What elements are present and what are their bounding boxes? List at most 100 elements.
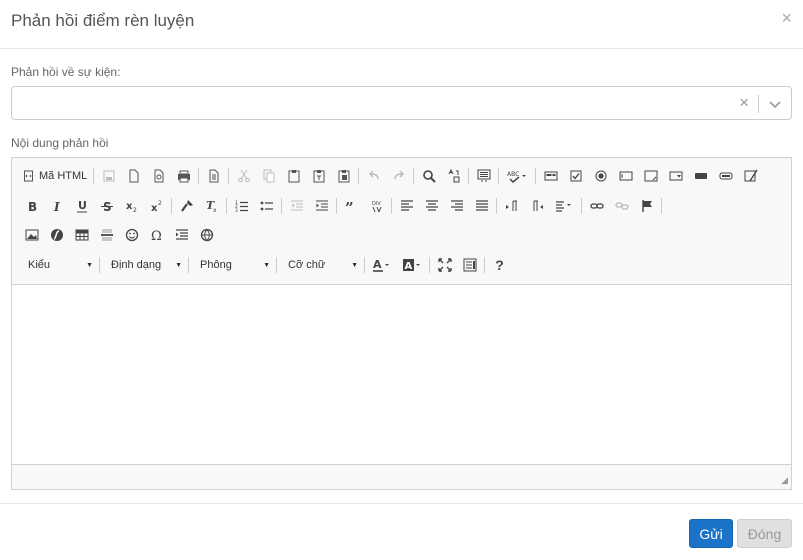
new-page-icon[interactable] (121, 165, 146, 187)
svg-text:B: B (28, 200, 37, 213)
copy-format-icon[interactable] (174, 195, 199, 217)
align-left-icon[interactable] (394, 195, 419, 217)
indent-icon[interactable] (309, 195, 334, 217)
svg-text:ABC: ABC (507, 171, 519, 178)
underline-icon[interactable]: U (69, 195, 94, 217)
bullet-list-icon[interactable] (254, 195, 279, 217)
toolbar-separator (429, 257, 430, 273)
subscript-icon[interactable]: x2 (119, 195, 144, 217)
dropdown-arrow-icon: ▼ (86, 261, 93, 269)
svg-text:3: 3 (235, 208, 238, 213)
anchor-icon[interactable] (634, 195, 659, 217)
textarea-icon[interactable] (638, 165, 663, 187)
blockquote-icon[interactable]: ” (339, 195, 364, 217)
link-icon[interactable] (584, 195, 609, 217)
undo-icon[interactable] (361, 165, 386, 187)
font-dropdown-label: Phông (200, 259, 232, 271)
numbered-list-icon[interactable]: 123 (229, 195, 254, 217)
editor-content-area[interactable] (12, 285, 791, 465)
close-icon[interactable]: × (781, 9, 792, 27)
cut-icon[interactable] (231, 165, 256, 187)
italic-icon[interactable]: I (44, 195, 69, 217)
smiley-icon[interactable] (119, 224, 144, 246)
checkbox-icon[interactable] (563, 165, 588, 187)
remove-format-icon[interactable]: Tx (199, 195, 224, 217)
save-icon[interactable] (96, 165, 121, 187)
font-dropdown[interactable]: Phông ▼ (191, 254, 274, 276)
language-icon[interactable] (549, 195, 579, 217)
toolbar-separator (336, 198, 337, 214)
svg-text:DIV: DIV (372, 201, 381, 207)
replace-icon[interactable] (441, 165, 466, 187)
toolbar-separator (276, 257, 277, 273)
text-field-icon[interactable] (613, 165, 638, 187)
special-char-icon[interactable]: Ω (144, 224, 169, 246)
align-center-icon[interactable] (419, 195, 444, 217)
select-all-icon[interactable] (471, 165, 496, 187)
help-icon[interactable]: ? (487, 254, 512, 276)
modal-header: Phản hồi điểm rèn luyện × (0, 0, 803, 49)
justify-icon[interactable] (469, 195, 494, 217)
editor-toolbar: Mã HTML ABC B I U S x 2 x 2 T x 1 2 3 ” … (12, 158, 791, 285)
content-label: Nội dung phản hồi (11, 136, 109, 150)
flash-icon[interactable] (44, 224, 69, 246)
radio-icon[interactable] (588, 165, 613, 187)
paste-word-icon[interactable] (331, 165, 356, 187)
superscript-icon[interactable]: x2 (144, 195, 169, 217)
align-right-icon[interactable] (444, 195, 469, 217)
image-button-icon[interactable] (713, 165, 738, 187)
text-color-icon[interactable]: A (367, 254, 397, 276)
format-dropdown[interactable]: Định dạng ▼ (102, 254, 186, 276)
toolbar-separator (468, 168, 470, 184)
bold-icon[interactable]: B (19, 195, 44, 217)
resize-handle-icon[interactable]: ◢ (781, 475, 788, 486)
background-color-icon[interactable]: A (397, 254, 427, 276)
rtl-icon[interactable] (524, 195, 549, 217)
preview-icon[interactable] (146, 165, 171, 187)
find-icon[interactable] (416, 165, 441, 187)
chevron-down-icon[interactable] (767, 96, 783, 112)
svg-text:I: I (53, 200, 60, 213)
spellcheck-icon[interactable]: ABC (501, 165, 533, 187)
toolbar-separator (198, 168, 200, 184)
strikethrough-icon[interactable]: S (94, 195, 119, 217)
image-icon[interactable] (19, 224, 44, 246)
svg-text:U: U (78, 199, 87, 212)
horizontal-line-icon[interactable] (94, 224, 119, 246)
templates-icon[interactable] (201, 165, 226, 187)
toolbar-separator (93, 168, 95, 184)
styles-dropdown[interactable]: Kiểu ▼ (19, 254, 97, 276)
select-field-icon[interactable] (663, 165, 688, 187)
source-button[interactable]: Mã HTML (19, 165, 91, 187)
source-icon (24, 170, 33, 182)
maximize-icon[interactable] (432, 254, 457, 276)
unlink-icon[interactable] (609, 195, 634, 217)
close-button[interactable]: Đóng (737, 519, 792, 548)
paste-text-icon[interactable] (306, 165, 331, 187)
toolbar-separator (364, 257, 365, 273)
font-size-dropdown[interactable]: Cỡ chữ ▼ (279, 254, 362, 276)
font-size-dropdown-label: Cỡ chữ (288, 259, 326, 271)
toolbar-separator (358, 168, 360, 184)
send-button[interactable]: Gửi (689, 519, 733, 548)
print-icon[interactable] (171, 165, 196, 187)
redo-icon[interactable] (386, 165, 411, 187)
svg-text:2: 2 (158, 200, 162, 207)
outdent-icon[interactable] (284, 195, 309, 217)
modal-title: Phản hồi điểm rèn luyện (11, 11, 195, 30)
button-field-icon[interactable] (688, 165, 713, 187)
paste-icon[interactable] (281, 165, 306, 187)
div-container-icon[interactable]: DIV (364, 195, 389, 217)
ltr-icon[interactable] (499, 195, 524, 217)
table-icon[interactable] (69, 224, 94, 246)
show-blocks-icon[interactable] (457, 254, 482, 276)
clear-icon[interactable]: × (739, 94, 749, 111)
form-icon[interactable] (538, 165, 563, 187)
toolbar-separator (281, 198, 282, 214)
hidden-field-icon[interactable] (738, 165, 763, 187)
page-break-icon[interactable] (169, 224, 194, 246)
copy-icon[interactable] (256, 165, 281, 187)
toolbar-separator (226, 198, 227, 214)
iframe-icon[interactable] (194, 224, 219, 246)
event-select[interactable]: × (11, 86, 792, 120)
